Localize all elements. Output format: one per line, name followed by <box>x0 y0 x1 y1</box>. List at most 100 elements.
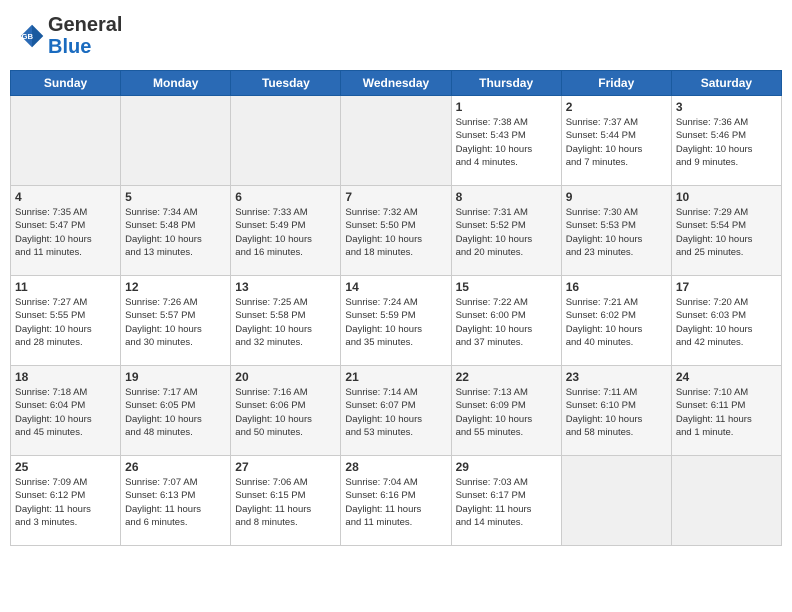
day-info: Sunrise: 7:07 AM Sunset: 6:13 PM Dayligh… <box>125 476 226 529</box>
calendar-cell <box>121 96 231 186</box>
calendar-cell: 2 Sunrise: 7:37 AM Sunset: 5:44 PM Daylig… <box>561 96 671 186</box>
day-number: 2 <box>566 100 667 114</box>
day-number: 7 <box>345 190 446 204</box>
day-number: 23 <box>566 370 667 384</box>
day-info: Sunrise: 7:34 AM Sunset: 5:48 PM Dayligh… <box>125 206 226 259</box>
day-info: Sunrise: 7:32 AM Sunset: 5:50 PM Dayligh… <box>345 206 446 259</box>
calendar-week-1: 1 Sunrise: 7:38 AM Sunset: 5:43 PM Daylig… <box>11 96 782 186</box>
day-number: 28 <box>345 460 446 474</box>
calendar-week-5: 25Sunrise: 7:09 AM Sunset: 6:12 PM Dayli… <box>11 456 782 546</box>
day-number: 5 <box>125 190 226 204</box>
day-info: Sunrise: 7:04 AM Sunset: 6:16 PM Dayligh… <box>345 476 446 529</box>
logo-icon: GB <box>18 22 46 50</box>
calendar-cell: 6 Sunrise: 7:33 AM Sunset: 5:49 PM Daylig… <box>231 186 341 276</box>
calendar-cell: 26 Sunrise: 7:07 AM Sunset: 6:13 PM Dayli… <box>121 456 231 546</box>
calendar-week-4: 18 Sunrise: 7:18 AM Sunset: 6:04 PM Dayli… <box>11 366 782 456</box>
day-info: Sunrise: 7:14 AM Sunset: 6:07 PM Dayligh… <box>345 386 446 439</box>
day-info: Sunrise: 7:36 AM Sunset: 5:46 PM Dayligh… <box>676 116 777 169</box>
calendar-cell: 8 Sunrise: 7:31 AM Sunset: 5:52 PM Daylig… <box>451 186 561 276</box>
day-number: 21 <box>345 370 446 384</box>
day-info: Sunrise: 7:33 AM Sunset: 5:49 PM Dayligh… <box>235 206 336 259</box>
day-number: 3 <box>676 100 777 114</box>
day-number: 16 <box>566 280 667 294</box>
day-info: Sunrise: 7:16 AM Sunset: 6:06 PM Dayligh… <box>235 386 336 439</box>
day-info: Sunrise: 7:22 AM Sunset: 6:00 PM Dayligh… <box>456 296 557 349</box>
calendar-cell <box>11 96 121 186</box>
weekday-header-thursday: Thursday <box>451 71 561 96</box>
day-number: 19 <box>125 370 226 384</box>
weekday-header-tuesday: Tuesday <box>231 71 341 96</box>
day-number: 6 <box>235 190 336 204</box>
day-number: 11 <box>15 280 116 294</box>
day-info: Sunrise: 7:24 AM Sunset: 5:59 PM Dayligh… <box>345 296 446 349</box>
calendar-cell: 25Sunrise: 7:09 AM Sunset: 6:12 PM Dayli… <box>11 456 121 546</box>
calendar-cell: 29 Sunrise: 7:03 AM Sunset: 6:17 PM Dayli… <box>451 456 561 546</box>
day-number: 9 <box>566 190 667 204</box>
calendar-cell: 28 Sunrise: 7:04 AM Sunset: 6:16 PM Dayli… <box>341 456 451 546</box>
calendar-cell: 27Sunrise: 7:06 AM Sunset: 6:15 PM Dayli… <box>231 456 341 546</box>
calendar-cell <box>561 456 671 546</box>
day-number: 10 <box>676 190 777 204</box>
calendar-cell: 14 Sunrise: 7:24 AM Sunset: 5:59 PM Dayli… <box>341 276 451 366</box>
day-number: 12 <box>125 280 226 294</box>
calendar-cell: 3 Sunrise: 7:36 AM Sunset: 5:46 PM Daylig… <box>671 96 781 186</box>
calendar-table: SundayMondayTuesdayWednesdayThursdayFrid… <box>10 70 782 546</box>
day-info: Sunrise: 7:38 AM Sunset: 5:43 PM Dayligh… <box>456 116 557 169</box>
calendar-cell: 11 Sunrise: 7:27 AM Sunset: 5:55 PM Dayli… <box>11 276 121 366</box>
calendar-cell: 13Sunrise: 7:25 AM Sunset: 5:58 PM Dayli… <box>231 276 341 366</box>
logo-text: GeneralBlue <box>48 14 122 58</box>
day-number: 25 <box>15 460 116 474</box>
day-info: Sunrise: 7:35 AM Sunset: 5:47 PM Dayligh… <box>15 206 116 259</box>
logo: GB GeneralBlue <box>18 14 122 58</box>
calendar-cell: 23 Sunrise: 7:11 AM Sunset: 6:10 PM Dayli… <box>561 366 671 456</box>
day-number: 24 <box>676 370 777 384</box>
page-header: GB GeneralBlue <box>10 10 782 62</box>
day-info: Sunrise: 7:26 AM Sunset: 5:57 PM Dayligh… <box>125 296 226 349</box>
calendar-cell: 17Sunrise: 7:20 AM Sunset: 6:03 PM Dayli… <box>671 276 781 366</box>
calendar-cell: 5 Sunrise: 7:34 AM Sunset: 5:48 PM Daylig… <box>121 186 231 276</box>
day-info: Sunrise: 7:06 AM Sunset: 6:15 PM Dayligh… <box>235 476 336 529</box>
calendar-cell: 18 Sunrise: 7:18 AM Sunset: 6:04 PM Dayli… <box>11 366 121 456</box>
day-number: 1 <box>456 100 557 114</box>
day-info: Sunrise: 7:03 AM Sunset: 6:17 PM Dayligh… <box>456 476 557 529</box>
calendar-header-row: SundayMondayTuesdayWednesdayThursdayFrid… <box>11 71 782 96</box>
calendar-cell: 19Sunrise: 7:17 AM Sunset: 6:05 PM Dayli… <box>121 366 231 456</box>
day-info: Sunrise: 7:18 AM Sunset: 6:04 PM Dayligh… <box>15 386 116 439</box>
calendar-cell: 1 Sunrise: 7:38 AM Sunset: 5:43 PM Daylig… <box>451 96 561 186</box>
calendar-cell: 7 Sunrise: 7:32 AM Sunset: 5:50 PM Daylig… <box>341 186 451 276</box>
day-info: Sunrise: 7:11 AM Sunset: 6:10 PM Dayligh… <box>566 386 667 439</box>
day-info: Sunrise: 7:10 AM Sunset: 6:11 PM Dayligh… <box>676 386 777 439</box>
weekday-header-sunday: Sunday <box>11 71 121 96</box>
day-number: 14 <box>345 280 446 294</box>
calendar-cell: 4 Sunrise: 7:35 AM Sunset: 5:47 PM Daylig… <box>11 186 121 276</box>
day-number: 26 <box>125 460 226 474</box>
calendar-cell <box>341 96 451 186</box>
calendar-cell <box>231 96 341 186</box>
weekday-header-monday: Monday <box>121 71 231 96</box>
day-number: 20 <box>235 370 336 384</box>
calendar-body: 1 Sunrise: 7:38 AM Sunset: 5:43 PM Daylig… <box>11 96 782 546</box>
calendar-cell: 16 Sunrise: 7:21 AM Sunset: 6:02 PM Dayli… <box>561 276 671 366</box>
day-info: Sunrise: 7:13 AM Sunset: 6:09 PM Dayligh… <box>456 386 557 439</box>
day-info: Sunrise: 7:20 AM Sunset: 6:03 PM Dayligh… <box>676 296 777 349</box>
calendar-cell: 15 Sunrise: 7:22 AM Sunset: 6:00 PM Dayli… <box>451 276 561 366</box>
calendar-cell <box>671 456 781 546</box>
day-number: 15 <box>456 280 557 294</box>
day-number: 13 <box>235 280 336 294</box>
day-number: 8 <box>456 190 557 204</box>
day-info: Sunrise: 7:30 AM Sunset: 5:53 PM Dayligh… <box>566 206 667 259</box>
day-info: Sunrise: 7:37 AM Sunset: 5:44 PM Dayligh… <box>566 116 667 169</box>
weekday-header-friday: Friday <box>561 71 671 96</box>
calendar-cell: 24 Sunrise: 7:10 AM Sunset: 6:11 PM Dayli… <box>671 366 781 456</box>
day-info: Sunrise: 7:31 AM Sunset: 5:52 PM Dayligh… <box>456 206 557 259</box>
calendar-cell: 9 Sunrise: 7:30 AM Sunset: 5:53 PM Daylig… <box>561 186 671 276</box>
day-number: 4 <box>15 190 116 204</box>
day-info: Sunrise: 7:21 AM Sunset: 6:02 PM Dayligh… <box>566 296 667 349</box>
weekday-header-wednesday: Wednesday <box>341 71 451 96</box>
day-number: 22 <box>456 370 557 384</box>
day-info: Sunrise: 7:29 AM Sunset: 5:54 PM Dayligh… <box>676 206 777 259</box>
day-number: 18 <box>15 370 116 384</box>
day-number: 29 <box>456 460 557 474</box>
day-info: Sunrise: 7:27 AM Sunset: 5:55 PM Dayligh… <box>15 296 116 349</box>
calendar-cell: 20 Sunrise: 7:16 AM Sunset: 6:06 PM Dayli… <box>231 366 341 456</box>
